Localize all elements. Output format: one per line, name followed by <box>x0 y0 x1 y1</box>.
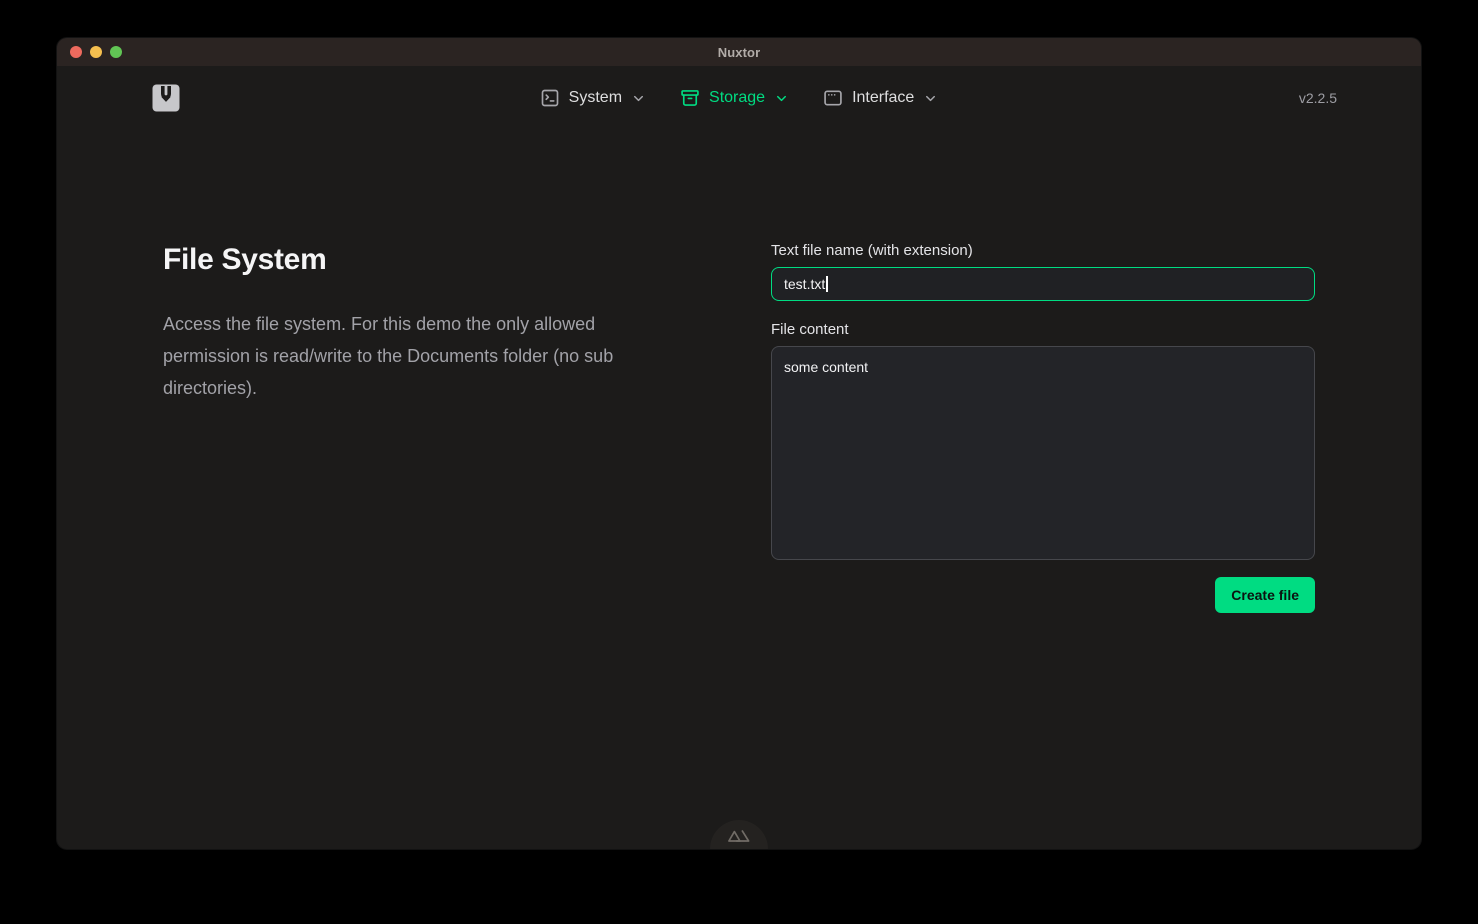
create-file-button[interactable]: Create file <box>1215 577 1315 613</box>
filename-label: Text file name (with extension) <box>771 242 1315 259</box>
form-column: Text file name (with extension) test.txt… <box>771 242 1315 613</box>
nav-item-label: System <box>569 89 622 107</box>
archive-icon <box>680 88 700 108</box>
file-content-textarea[interactable]: some content <box>771 346 1315 560</box>
nav-item-storage[interactable]: Storage <box>678 84 791 112</box>
chevron-down-icon <box>631 91 646 106</box>
button-row: Create file <box>771 577 1315 613</box>
nuxt-icon <box>727 828 751 844</box>
page-title: File System <box>163 242 707 278</box>
nuxtor-logo-icon <box>152 84 180 112</box>
window-title: Nuxtor <box>57 45 1421 60</box>
nav-item-interface[interactable]: Interface <box>821 84 940 112</box>
main-content: File System Access the file system. For … <box>57 242 1421 613</box>
app-version: v2.2.5 <box>1299 90 1337 106</box>
filename-input[interactable]: test.txt <box>771 267 1315 301</box>
page-description: Access the file system. For this demo th… <box>163 308 665 404</box>
titlebar: Nuxtor <box>57 38 1421 66</box>
nav-item-system[interactable]: System <box>538 84 648 112</box>
nav-item-label: Storage <box>709 89 765 107</box>
top-nav: System Storage <box>57 66 1421 130</box>
terminal-icon <box>540 88 560 108</box>
nav-item-label: Interface <box>852 89 914 107</box>
chevron-down-icon <box>774 91 789 106</box>
intro-column: File System Access the file system. For … <box>163 242 707 613</box>
text-caret <box>826 276 828 292</box>
filename-value: test.txt <box>784 276 825 292</box>
bottom-bump <box>710 820 768 849</box>
chevron-down-icon <box>923 91 938 106</box>
app-window-icon <box>823 88 843 108</box>
app-window: Nuxtor System <box>57 38 1421 849</box>
file-content-label: File content <box>771 321 1315 338</box>
